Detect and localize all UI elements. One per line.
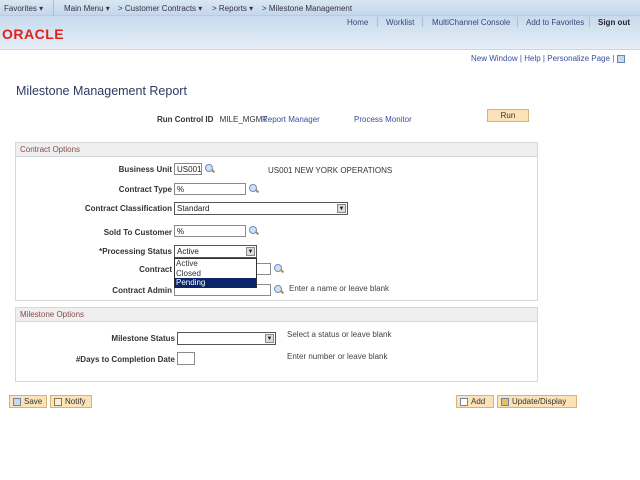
business-unit-input[interactable]: US001 — [174, 163, 202, 175]
divider — [589, 17, 590, 27]
notify-icon — [54, 397, 62, 406]
notify-label: Notify — [65, 397, 86, 406]
crumb-label: Milestone Management — [268, 4, 353, 13]
chevron-down-icon[interactable]: ▼ — [337, 204, 346, 213]
chevron-down-icon[interactable]: ▼ — [246, 247, 255, 256]
add-icon — [460, 397, 468, 406]
divider: | — [542, 54, 545, 63]
top-navigation: Favorites ▾ Main Menu ▾ > Customer Contr… — [0, 0, 640, 16]
sign-out-link[interactable]: Sign out — [598, 18, 630, 27]
page-bar: New Window | Help | Personalize Page | — [471, 54, 625, 63]
selected-value: Active — [177, 247, 199, 256]
days-to-completion-hint: Enter number or leave blank — [287, 352, 388, 361]
run-control-value: MILE_MGMT — [219, 115, 268, 124]
contract-options-header: Contract Options — [16, 143, 537, 157]
main-menu[interactable]: Main Menu ▾ — [64, 4, 110, 13]
add-to-favorites-link[interactable]: Add to Favorites — [526, 18, 584, 27]
contract-label: Contract — [139, 265, 172, 274]
days-to-completion-input[interactable] — [177, 352, 195, 365]
contract-admin-label: Contract Admin — [112, 286, 172, 295]
breadcrumb-reports[interactable]: > Reports ▾ — [212, 4, 253, 13]
save-button[interactable]: Save — [9, 395, 47, 408]
main-menu-label: Main Menu — [64, 4, 104, 13]
help-link[interactable]: Help — [524, 54, 540, 63]
contract-admin-hint: Enter a name or leave blank — [289, 284, 390, 293]
run-control-label: Run Control ID — [157, 115, 214, 124]
business-unit-label: Business Unit — [118, 165, 172, 174]
run-control-row: Run Control ID MILE_MGMT — [157, 115, 267, 124]
business-unit-description: US001 NEW YORK OPERATIONS — [268, 166, 393, 175]
sold-to-customer-input[interactable]: % — [174, 225, 246, 237]
selected-value: Standard — [177, 204, 210, 213]
chevron-down-icon[interactable]: ▼ — [265, 334, 274, 343]
favorites-label: Favorites — [4, 4, 37, 13]
notify-button[interactable]: Notify — [50, 395, 92, 408]
divider — [422, 17, 423, 27]
lookup-icon[interactable] — [249, 226, 258, 235]
update-display-button[interactable]: Update/Display — [497, 395, 577, 408]
save-label: Save — [24, 397, 43, 406]
lookup-icon[interactable] — [274, 285, 283, 294]
sold-to-customer-label: Sold To Customer — [103, 228, 172, 237]
days-to-completion-label: #Days to Completion Date — [75, 355, 175, 364]
save-icon — [13, 397, 21, 406]
oracle-logo: ORACLE — [2, 26, 65, 42]
processing-status-select[interactable]: Active ▼ — [174, 245, 257, 258]
report-manager-link[interactable]: Report Manager — [262, 115, 320, 124]
run-button[interactable]: Run — [487, 109, 529, 122]
lookup-icon[interactable] — [249, 184, 258, 193]
option-closed[interactable]: Closed — [175, 269, 256, 279]
multichannel-console-link[interactable]: MultiChannel Console — [432, 18, 510, 27]
contract-type-label: Contract Type — [118, 185, 172, 194]
edit-icon — [501, 397, 509, 406]
add-button[interactable]: Add — [456, 395, 494, 408]
milestone-status-label: Milestone Status — [111, 334, 175, 343]
processing-status-dropdown: Active Closed Pending — [174, 258, 257, 288]
milestone-status-hint: Select a status or leave blank — [287, 330, 392, 339]
crumb-label: Reports — [218, 4, 247, 13]
contract-type-input[interactable]: % — [174, 183, 246, 195]
favorites-menu[interactable]: Favorites ▾ — [4, 4, 43, 13]
contract-classification-label: Contract Classification — [84, 204, 172, 213]
spreadsheet-icon[interactable] — [616, 54, 625, 63]
process-monitor-link[interactable]: Process Monitor — [354, 115, 412, 124]
milestone-options-header: Milestone Options — [16, 308, 537, 322]
option-active[interactable]: Active — [175, 259, 256, 269]
contract-classification-select[interactable]: Standard ▼ — [174, 202, 348, 215]
crumb-label: Customer Contracts — [124, 4, 197, 13]
lookup-icon[interactable] — [274, 264, 283, 273]
breadcrumb-customer-contracts[interactable]: > Customer Contracts ▾ — [118, 4, 202, 13]
option-pending[interactable]: Pending — [175, 278, 256, 288]
divider — [517, 17, 518, 27]
update-display-label: Update/Display — [512, 397, 567, 406]
divider — [53, 0, 54, 16]
processing-status-label: *Processing Status — [99, 247, 172, 256]
divider — [377, 17, 378, 27]
breadcrumb-milestone-management[interactable]: > Milestone Management — [262, 4, 352, 13]
milestone-options-section: Milestone Options — [15, 307, 538, 382]
milestone-status-select[interactable]: ▼ — [177, 332, 276, 345]
header: Home Worklist MultiChannel Console Add t… — [0, 16, 640, 50]
divider: | — [519, 54, 522, 63]
new-window-link[interactable]: New Window — [471, 54, 518, 63]
worklist-link[interactable]: Worklist — [386, 18, 414, 27]
divider: | — [612, 54, 615, 63]
page-title: Milestone Management Report — [16, 84, 187, 98]
home-link[interactable]: Home — [347, 18, 368, 27]
add-label: Add — [471, 397, 486, 406]
lookup-icon[interactable] — [205, 164, 214, 173]
personalize-page-link[interactable]: Personalize Page — [547, 54, 610, 63]
